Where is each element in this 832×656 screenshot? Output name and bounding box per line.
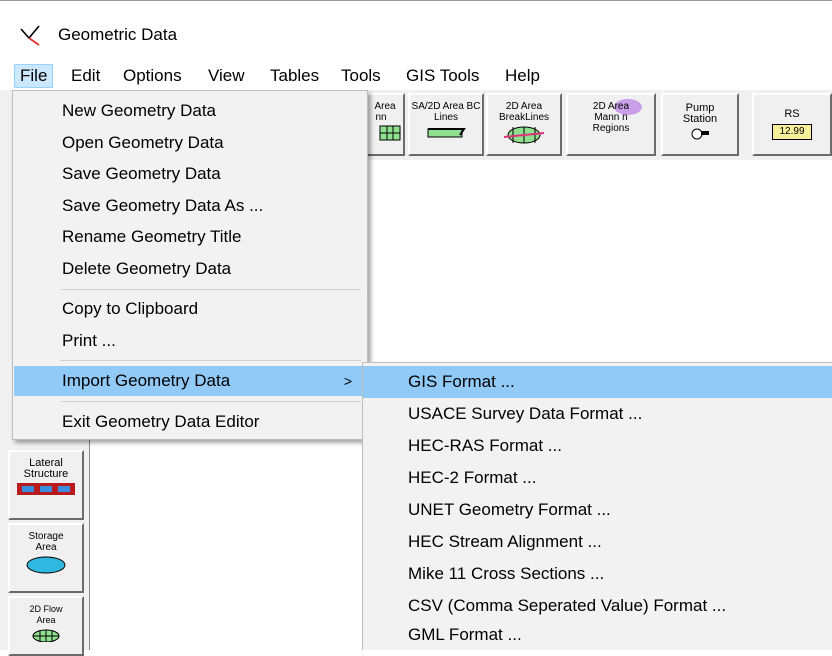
river-station-button[interactable]: RS 12.99 bbox=[752, 93, 832, 156]
button-label: Storage Area bbox=[28, 531, 64, 553]
menu-item-label: New Geometry Data bbox=[62, 101, 216, 120]
pump-station-button[interactable]: Pump Station bbox=[661, 93, 739, 156]
submenu-item-label: GML Format ... bbox=[408, 625, 522, 644]
menu-item-label: Copy to Clipboard bbox=[62, 299, 199, 318]
submenu-item-label: CSV (Comma Seperated Value) Format ... bbox=[408, 596, 727, 615]
button-label: Lateral Structure bbox=[23, 457, 69, 480]
2d-flow-area-button[interactable]: 2D Flow Area bbox=[8, 596, 84, 656]
menu-gis-tools[interactable]: GIS Tools bbox=[401, 64, 484, 88]
submenu-item-unet-geometry[interactable]: UNET Geometry Format ... bbox=[363, 494, 832, 526]
menu-item-label: Delete Geometry Data bbox=[62, 259, 232, 278]
menu-item-save-geometry[interactable]: Save Geometry Data bbox=[14, 159, 366, 189]
submenu-item-hec-ras[interactable]: HEC-RAS Format ... bbox=[363, 430, 832, 462]
menu-separator bbox=[61, 360, 361, 361]
submenu-item-hec-2[interactable]: HEC-2 Format ... bbox=[363, 462, 832, 494]
breaklines-icon bbox=[503, 126, 545, 144]
menu-item-label: Exit Geometry Data Editor bbox=[62, 412, 260, 431]
flow-area-icon bbox=[32, 629, 60, 642]
menu-separator bbox=[61, 289, 361, 290]
bc-lines-icon bbox=[427, 128, 466, 138]
menu-item-label: Open Geometry Data bbox=[62, 133, 224, 152]
menu-item-label: Rename Geometry Title bbox=[62, 227, 242, 246]
storage-area-button[interactable]: Storage Area bbox=[8, 523, 84, 593]
menu-item-delete-geometry[interactable]: Delete Geometry Data bbox=[14, 254, 366, 284]
menu-item-label: Save Geometry Data As ... bbox=[62, 196, 264, 215]
2d-area-mann-regions-button[interactable]: 2D Area Mann n Regions bbox=[566, 93, 656, 156]
menu-item-rename-geometry[interactable]: Rename Geometry Title bbox=[14, 222, 366, 252]
submenu-item-label: HEC-2 Format ... bbox=[408, 468, 537, 487]
submenu-item-label: USACE Survey Data Format ... bbox=[408, 404, 643, 423]
submenu-item-label: HEC Stream Alignment ... bbox=[408, 532, 602, 551]
button-label: Pump Station bbox=[682, 102, 718, 125]
menu-item-label: Import Geometry Data bbox=[62, 371, 231, 390]
button-label: 2D Area Mann n Regions bbox=[592, 101, 630, 134]
menu-separator bbox=[61, 401, 361, 402]
button-label: SA/2D Area BC Lines bbox=[411, 101, 481, 123]
submenu-item-usace-survey[interactable]: USACE Survey Data Format ... bbox=[363, 398, 832, 430]
menu-edit[interactable]: Edit bbox=[66, 64, 105, 88]
menu-item-print[interactable]: Print ... bbox=[14, 326, 366, 356]
menu-item-open-geometry[interactable]: Open Geometry Data bbox=[14, 128, 366, 158]
title-bar: Geometric Data bbox=[0, 0, 832, 58]
button-label: 2D Flow Area bbox=[29, 604, 63, 625]
menu-item-label: Save Geometry Data bbox=[62, 164, 221, 183]
submenu-item-csv[interactable]: CSV (Comma Seperated Value) Format ... bbox=[363, 590, 832, 622]
menu-item-label: Print ... bbox=[62, 331, 116, 350]
window-title: Geometric Data bbox=[58, 25, 178, 44]
submenu-item-label: HEC-RAS Format ... bbox=[408, 436, 562, 455]
button-label: RS bbox=[784, 108, 800, 120]
sa-2d-area-bc-lines-button[interactable]: SA/2D Area BC Lines bbox=[408, 93, 484, 156]
submenu-item-label: UNET Geometry Format ... bbox=[408, 500, 611, 519]
menu-item-exit-editor[interactable]: Exit Geometry Data Editor bbox=[14, 407, 366, 437]
menu-item-import-geometry[interactable]: Import Geometry Data > bbox=[14, 366, 366, 396]
menu-item-copy-clipboard[interactable]: Copy to Clipboard bbox=[14, 294, 366, 324]
lateral-structure-button[interactable]: Lateral Structure bbox=[8, 450, 84, 520]
submenu-item-label: Mike 11 Cross Sections ... bbox=[408, 564, 605, 583]
chevron-right-icon: > bbox=[343, 373, 352, 389]
menu-view[interactable]: View bbox=[203, 64, 250, 88]
menu-tools[interactable]: Tools bbox=[336, 64, 386, 88]
rs-tag: 12.99 bbox=[772, 124, 812, 140]
pump-icon bbox=[691, 128, 709, 140]
submenu-item-mike11[interactable]: Mike 11 Cross Sections ... bbox=[363, 558, 832, 590]
lateral-structure-icon bbox=[17, 483, 75, 495]
import-geometry-submenu: GIS Format ... USACE Survey Data Format … bbox=[362, 362, 832, 650]
geometry-app-icon bbox=[20, 25, 40, 46]
storage-area-icon bbox=[26, 556, 66, 574]
menu-item-new-geometry[interactable]: New Geometry Data bbox=[14, 96, 366, 126]
submenu-item-gml[interactable]: GML Format ... bbox=[363, 619, 832, 651]
file-menu-dropdown: New Geometry Data Open Geometry Data Sav… bbox=[12, 90, 368, 440]
rs-value: 12.99 bbox=[779, 126, 805, 137]
submenu-item-gis-format[interactable]: GIS Format ... bbox=[363, 366, 832, 398]
menu-item-save-geometry-as[interactable]: Save Geometry Data As ... bbox=[14, 191, 366, 221]
grid-icon bbox=[379, 125, 401, 141]
menu-help[interactable]: Help bbox=[500, 64, 545, 88]
2d-area-breaklines-button[interactable]: 2D Area BreakLines bbox=[486, 93, 562, 156]
menu-bar: File Edit Options View Tables Tools GIS … bbox=[0, 62, 832, 90]
menu-tables[interactable]: Tables bbox=[265, 64, 324, 88]
submenu-item-label: GIS Format ... bbox=[408, 372, 515, 391]
button-label: 2D Area BreakLines bbox=[498, 101, 550, 123]
menu-file[interactable]: File bbox=[14, 64, 54, 88]
submenu-item-hec-stream-alignment[interactable]: HEC Stream Alignment ... bbox=[363, 526, 832, 558]
menu-options[interactable]: Options bbox=[118, 64, 187, 88]
